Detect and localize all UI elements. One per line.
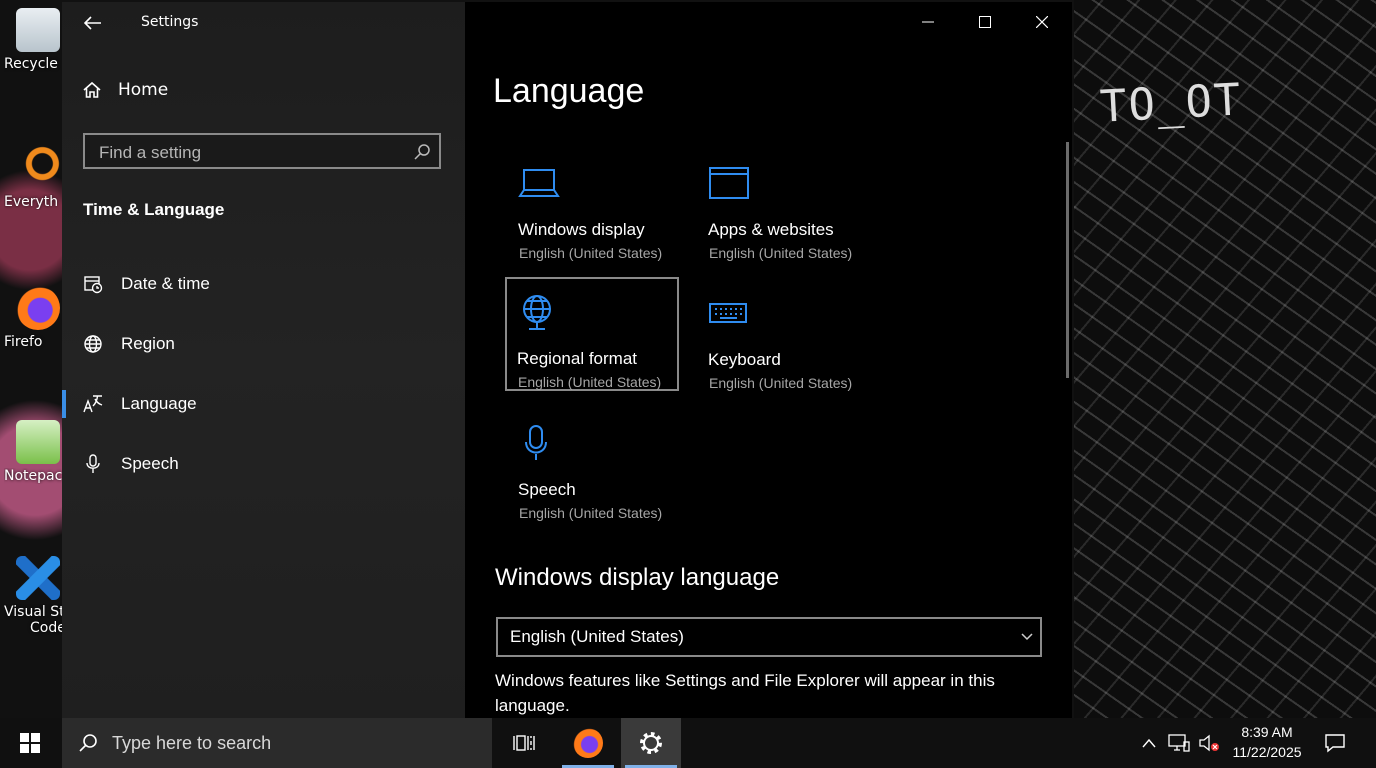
tile-name: Windows display [518, 220, 645, 239]
sidebar: Home Time & Language Date & time Re [62, 2, 465, 718]
tile-name: Regional format [517, 349, 638, 368]
desktop-icon-firefox[interactable]: Firefo [4, 286, 64, 350]
taskbar-settings[interactable] [621, 718, 681, 768]
home-icon [83, 81, 101, 98]
tile-sub: English (United States) [519, 505, 663, 521]
notification-icon [1325, 734, 1345, 753]
search-icon[interactable] [413, 143, 431, 161]
display-language-heading: Windows display language [495, 564, 780, 591]
sidebar-item-label: Region [121, 334, 175, 353]
recycle-bin-icon [16, 8, 60, 52]
globe-icon [523, 295, 551, 330]
desktop-icon-everything[interactable]: Everyth [4, 146, 64, 210]
keyboard-icon [709, 303, 747, 323]
sidebar-item-speech[interactable]: Speech [62, 444, 465, 484]
window-title: Settings [141, 14, 199, 30]
desktop-icon-recycle-bin[interactable]: Recycle [4, 8, 64, 72]
dropdown-value: English (United States) [510, 627, 684, 646]
maximize-button[interactable] [957, 2, 1013, 42]
clock-time: 8:39 AM [1241, 724, 1293, 740]
taskbar-firefox[interactable] [558, 718, 618, 768]
clock[interactable]: 8:39 AM 11/22/2025 [1224, 722, 1310, 762]
tile-apps-websites[interactable]: Apps & websites English (United States) [696, 148, 870, 262]
volume-button[interactable] [1196, 718, 1222, 768]
nav-home-label: Home [118, 80, 169, 100]
clock-date: 11/22/2025 [1232, 744, 1302, 760]
chevron-down-icon [1021, 633, 1033, 641]
chevron-up-icon [1142, 738, 1156, 748]
display-language-description: Windows features like Settings and File … [495, 671, 995, 715]
taskbar: Type here to search 8:39 AM 11/22/2025 [0, 718, 1376, 768]
close-icon [1036, 16, 1048, 28]
desktop-icon-vscode[interactable]: Visual St Code [4, 556, 64, 636]
wallpaper-text: TO_OT [1098, 74, 1244, 133]
section-title: Time & Language [83, 200, 225, 219]
window-icon [709, 167, 749, 199]
page-title: Language [493, 72, 645, 110]
sidebar-item-label: Language [121, 394, 197, 413]
everything-search-icon [16, 146, 60, 190]
firefox-icon [573, 728, 603, 758]
nav-home[interactable]: Home [82, 80, 168, 100]
globe-icon [82, 333, 104, 355]
back-button[interactable] [78, 8, 108, 38]
title-bar: Settings [62, 2, 1072, 42]
gear-icon [640, 732, 662, 754]
minimize-icon [922, 21, 934, 23]
tile-name: Keyboard [708, 350, 781, 369]
tile-sub: English (United States) [709, 245, 853, 261]
windows-logo-icon [20, 733, 40, 753]
tile-sub: English (United States) [709, 375, 853, 391]
language-icon [82, 393, 104, 415]
task-view-button[interactable] [494, 718, 554, 768]
sidebar-item-language[interactable]: Language [62, 384, 465, 424]
find-setting-input[interactable] [97, 141, 401, 165]
network-button[interactable] [1166, 718, 1192, 768]
close-button[interactable] [1014, 2, 1070, 42]
settings-window: Home Time & Language Date & time Re [62, 2, 1072, 718]
tile-name: Apps & websites [708, 220, 834, 239]
scrollbar[interactable] [1066, 142, 1069, 378]
vscode-icon [16, 556, 60, 600]
tile-keyboard[interactable]: Keyboard English (United States) [696, 278, 870, 392]
microphone-icon [525, 425, 547, 460]
minimize-button[interactable] [900, 2, 956, 42]
maximize-icon [979, 16, 991, 28]
start-button[interactable] [0, 718, 60, 768]
tile-sub: English (United States) [519, 245, 663, 261]
volume-muted-icon [1199, 734, 1219, 752]
tile-regional-format[interactable]: Regional format English (United States) [505, 277, 679, 391]
find-setting-search [83, 133, 441, 169]
sidebar-item-date-time[interactable]: Date & time [62, 264, 465, 304]
search-icon [79, 734, 97, 752]
display-language-dropdown[interactable]: English (United States) [496, 617, 1042, 657]
firefox-icon [16, 286, 60, 330]
laptop-icon [518, 169, 560, 197]
show-hidden-icons-button[interactable] [1138, 718, 1160, 768]
tile-name: Speech [518, 480, 576, 499]
calendar-clock-icon [82, 273, 104, 295]
tile-windows-display[interactable]: Windows display English (United States) [506, 148, 680, 262]
notepad-icon [16, 420, 60, 464]
sidebar-item-label: Speech [121, 454, 179, 473]
tile-sub: English (United States) [518, 374, 662, 390]
taskbar-search-placeholder: Type here to search [112, 732, 272, 753]
task-view-icon [513, 735, 535, 751]
back-arrow-icon [84, 16, 101, 30]
microphone-icon [82, 453, 104, 475]
desktop-icon-notepad[interactable]: Notepac [4, 420, 64, 484]
tile-speech[interactable]: Speech English (United States) [506, 408, 680, 522]
network-icon [1168, 734, 1190, 752]
main-content: Language Windows display English (United… [465, 2, 1072, 718]
sidebar-item-label: Date & time [121, 274, 210, 293]
taskbar-search[interactable]: Type here to search [62, 718, 492, 768]
sidebar-item-region[interactable]: Region [62, 324, 465, 364]
action-center-button[interactable] [1318, 718, 1352, 768]
